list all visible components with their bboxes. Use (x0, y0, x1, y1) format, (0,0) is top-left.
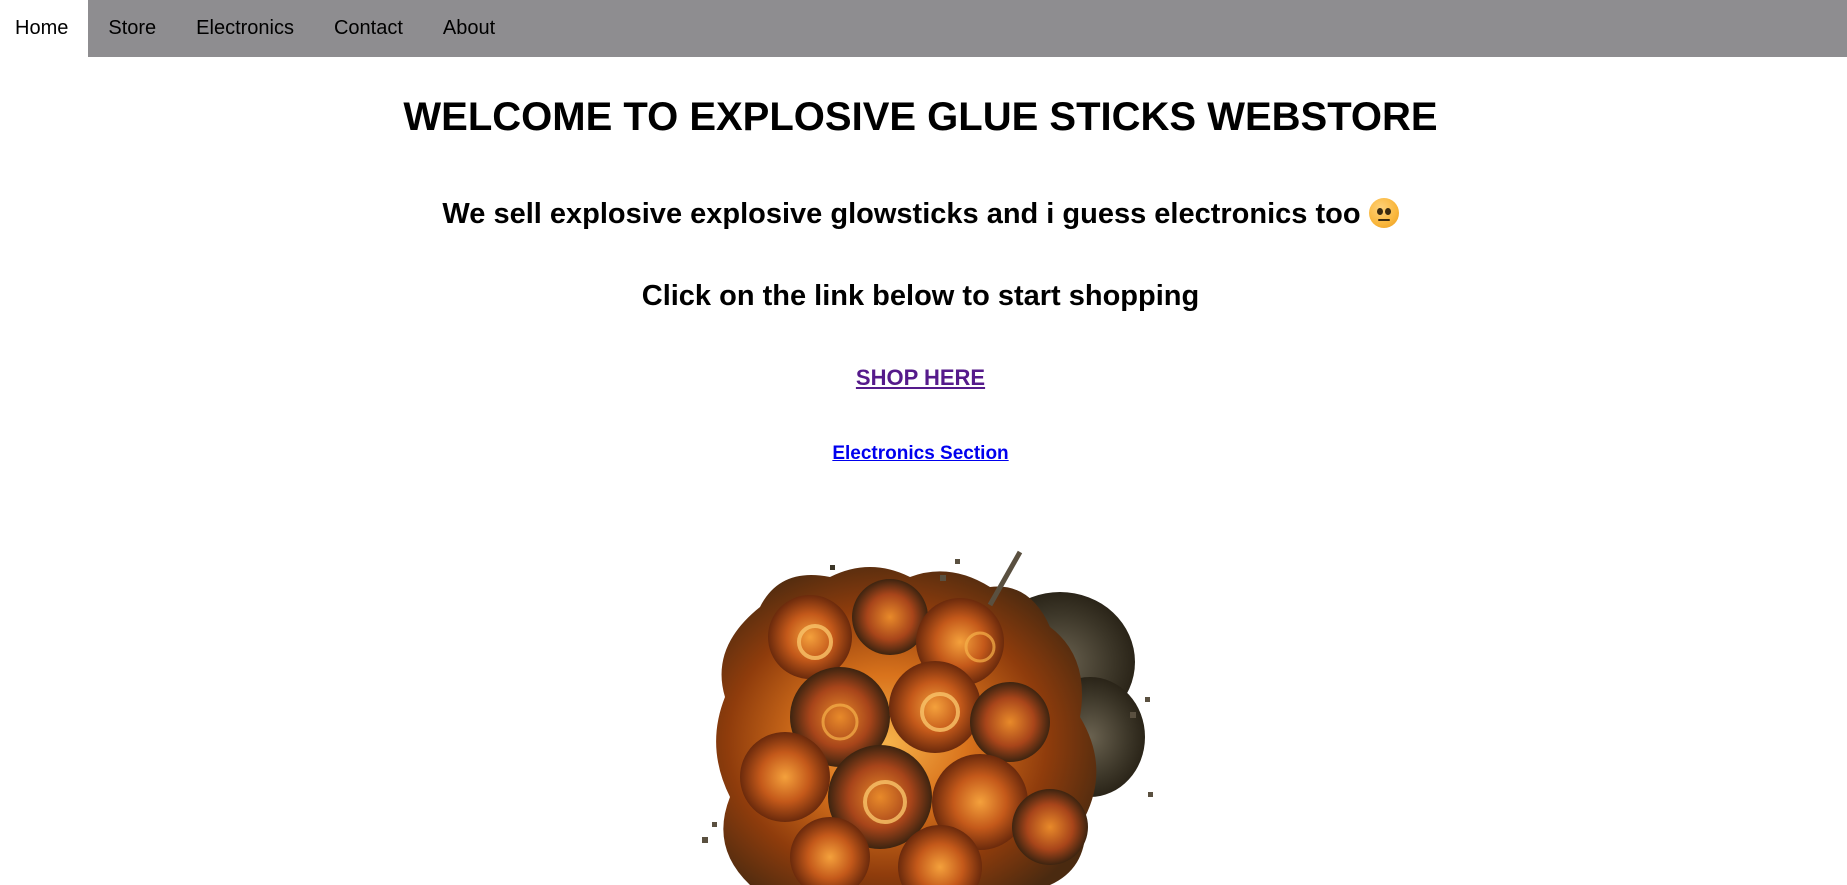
shop-link-container: SHOP HERE (0, 367, 1841, 389)
nav-contact[interactable]: Contact (314, 0, 423, 57)
page-title: WELCOME TO EXPLOSIVE GLUE STICKS WEBSTOR… (403, 95, 1438, 139)
top-navigation: Home Store Electronics Contact About (0, 0, 1847, 57)
neutral-face-icon (1368, 198, 1399, 228)
tagline: We sell explosive explosive glowsticks a… (0, 198, 1841, 229)
main-content: WELCOME TO EXPLOSIVE GLUE STICKS WEBSTOR… (0, 57, 1847, 885)
tagline-text: We sell explosive explosive glowsticks a… (442, 198, 1361, 230)
explosion-image (702, 550, 1153, 885)
electronics-section-link[interactable]: Electronics Section (832, 443, 1008, 464)
nav-home[interactable]: Home (0, 0, 89, 57)
electronics-link-container: Electronics Section (0, 444, 1841, 463)
shop-here-link[interactable]: SHOP HERE (856, 365, 985, 390)
nav-store[interactable]: Store (88, 0, 176, 57)
nav-about[interactable]: About (423, 0, 515, 57)
shopping-prompt: Click on the link below to start shoppin… (641, 280, 1200, 312)
nav-electronics[interactable]: Electronics (176, 0, 314, 57)
